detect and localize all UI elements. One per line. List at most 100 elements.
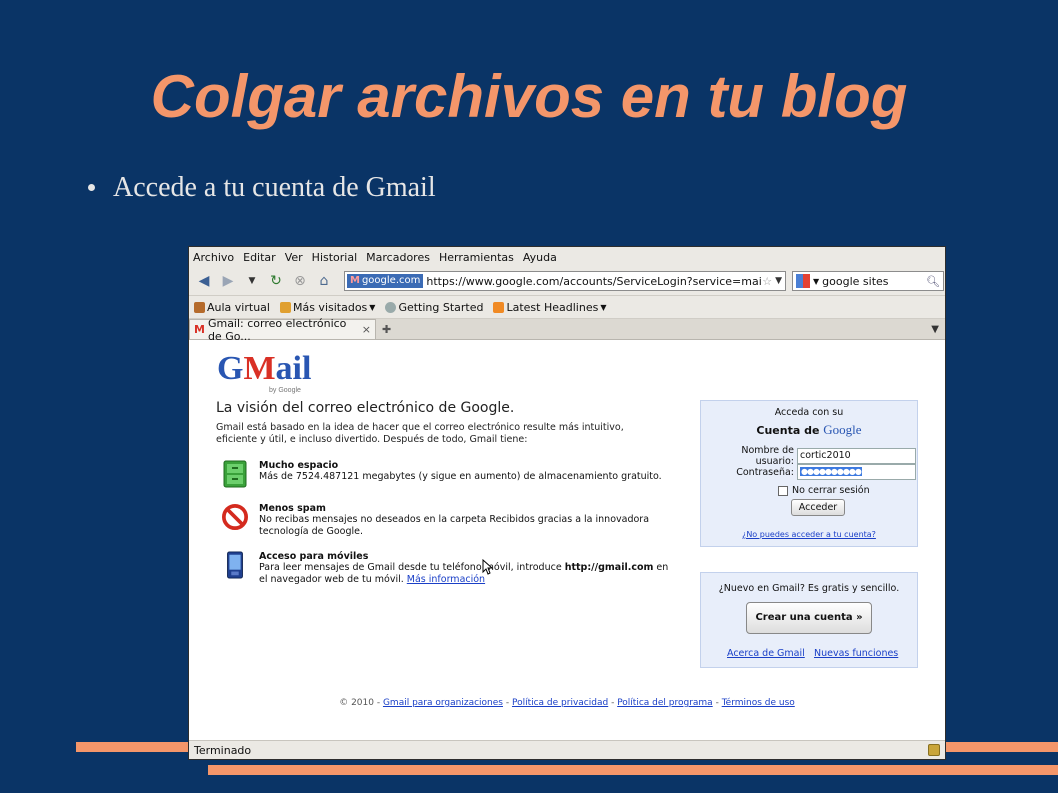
url-text: https://www.google.com/accounts/ServiceL… (426, 274, 762, 288)
folder-icon (279, 301, 291, 313)
stop-icon[interactable]: ⊗ (290, 271, 310, 291)
footer-link-privacy[interactable]: Política de privacidad (512, 698, 608, 708)
bookmark-aula-virtual[interactable]: Aula virtual (194, 301, 270, 314)
login-box: Acceda con su Cuenta de Google Nombre de… (700, 400, 918, 547)
menu-ver[interactable]: Ver (285, 251, 303, 264)
browser-window: Archivo Editar Ver Historial Marcadores … (189, 247, 945, 759)
url-dropdown-icon[interactable]: ▼ (775, 276, 782, 286)
remember-checkbox[interactable] (778, 485, 788, 496)
feature-title: Acceso para móviles (259, 551, 369, 562)
menu-ayuda[interactable]: Ayuda (523, 251, 557, 264)
search-input[interactable]: google sites (822, 275, 926, 288)
new-tab-icon[interactable]: ✚ (382, 323, 391, 336)
footer-link-terms[interactable]: Términos de uso (722, 698, 795, 708)
tab-strip: M Gmail: correo electrónico de Go... × ✚… (189, 317, 945, 343)
intro-text: Gmail está basado en la idea de hacer qu… (216, 422, 624, 445)
gmail-favicon-icon: M (350, 275, 360, 286)
password-label: Contraseña: (736, 466, 794, 478)
no-spam-icon (222, 504, 248, 530)
login-header-line1: Acceda con su (774, 407, 844, 418)
reload-icon[interactable]: ↻ (266, 271, 286, 291)
search-box[interactable]: ▼ google sites 🔍︎ (792, 271, 944, 291)
search-engine-dropdown-icon[interactable]: ▼ (813, 277, 819, 286)
username-field[interactable]: cortic2010 (797, 448, 916, 464)
menu-herramientas[interactable]: Herramientas (439, 251, 514, 264)
logo-letters-ail: ail (275, 350, 312, 387)
logo-subtext: by Google (269, 387, 301, 394)
tab-title: Gmail: correo electrónico de Go... (207, 316, 347, 343)
history-dropdown-icon[interactable]: ▼ (242, 271, 262, 291)
new-features-link[interactable]: Nuevas funciones (814, 648, 898, 659)
address-bar[interactable]: Mgoogle.com https://www.google.com/accou… (344, 271, 786, 291)
copyright-text: © 2010 - (339, 698, 381, 708)
bullet-item: Accede a tu cuenta de Gmail (88, 172, 436, 204)
home-icon[interactable]: ⌂ (314, 271, 334, 291)
lock-icon[interactable] (928, 744, 940, 756)
close-icon[interactable]: × (362, 323, 371, 336)
password-row: Contraseña: ●●●●●●●●●● (707, 464, 916, 480)
tab-list-chevron-icon[interactable]: ▼ (931, 324, 939, 335)
feature-title: Menos spam (259, 503, 326, 514)
login-header-text: Cuenta de (756, 424, 820, 437)
file-cabinet-icon (223, 460, 247, 488)
feature-desc: Para leer mensajes de Gmail desde tu tel… (259, 562, 669, 586)
bookmark-getting-started[interactable]: Getting Started (385, 301, 483, 314)
password-field[interactable]: ●●●●●●●●●● (797, 464, 916, 480)
menu-marcadores[interactable]: Marcadores (366, 251, 430, 264)
menu-archivo[interactable]: Archivo (193, 251, 234, 264)
bookmark-label: Aula virtual (207, 300, 270, 314)
gmail-url-text: http://gmail.com (564, 562, 654, 573)
footer-link-program-policy[interactable]: Política del programa (617, 698, 713, 708)
about-gmail-link[interactable]: Acerca de Gmail (727, 648, 805, 659)
page-content: GMail by Google La visión del correo ele… (189, 340, 945, 748)
feature-desc: Más de 7524.487121 megabytes (y sigue en… (259, 471, 662, 482)
login-header-line2: Cuenta de Google (701, 422, 917, 438)
google-logo: Google (823, 422, 862, 437)
back-arrow-icon[interactable]: ◀ (194, 271, 214, 291)
bookmark-label: Latest Headlines (506, 300, 599, 314)
forward-arrow-icon[interactable]: ▶ (218, 271, 238, 291)
menu-editar[interactable]: Editar (243, 251, 276, 264)
feature-desc-text: Para leer mensajes de Gmail desde tu tel… (259, 562, 565, 573)
create-account-button[interactable]: Crear una cuenta » (746, 602, 872, 634)
feature-desc: No recibas mensajes no deseados en la ca… (259, 514, 650, 537)
moodle-icon (194, 301, 205, 313)
navigation-toolbar: ◀ ▶ ▼ ↻ ⊗ ⌂ Mgoogle.com https://www.goog… (189, 267, 945, 296)
more-info-link[interactable]: Más información (407, 574, 485, 585)
chevron-down-icon: ▼ (369, 302, 376, 312)
bookmark-star-icon[interactable]: ☆ (762, 275, 772, 288)
mouse-cursor-icon (482, 559, 494, 575)
bookmark-mas-visitados[interactable]: Más visitados ▼ (279, 300, 376, 314)
page-icon (385, 301, 397, 313)
menu-historial[interactable]: Historial (312, 251, 357, 264)
bookmark-label: Getting Started (398, 300, 484, 314)
password-mask: ●●●●●●●●●● (800, 467, 862, 476)
bullet-dot (88, 184, 95, 192)
bookmark-label: Más visitados (292, 300, 368, 314)
search-engine-icon[interactable] (796, 274, 810, 288)
decorative-bar (208, 765, 1058, 775)
forgot-row: ¿No puedes acceder a tu cuenta? (701, 530, 917, 539)
sign-in-button[interactable]: Acceder (791, 499, 845, 516)
site-identity-badge[interactable]: Mgoogle.com (347, 274, 424, 288)
status-text: Terminado (194, 743, 252, 757)
page-headline: La visión del correo electrónico de Goog… (216, 400, 515, 416)
mobile-phone-icon (227, 551, 243, 579)
gmail-favicon-icon: M (194, 323, 205, 336)
footer-link-organizations[interactable]: Gmail para organizaciones (383, 698, 503, 708)
tab-gmail[interactable]: M Gmail: correo electrónico de Go... × (189, 317, 376, 343)
site-identity-label: google.com (361, 275, 421, 286)
logo-letter-m: M (243, 350, 276, 387)
signup-box: ¿Nuevo en Gmail? Es gratis y sencillo. C… (700, 572, 918, 668)
page-footer: © 2010 - Gmail para organizaciones - Pol… (339, 698, 795, 708)
remember-label: No cerrar sesión (792, 485, 870, 496)
slide-title: Colgar archivos en tu blog (150, 63, 908, 130)
forgot-account-link[interactable]: ¿No puedes acceder a tu cuenta? (742, 530, 876, 539)
feature-title: Mucho espacio (259, 460, 339, 471)
logo-letter-g: G (217, 350, 244, 387)
gmail-logo: GMail by Google (217, 350, 312, 394)
rss-icon (493, 301, 505, 313)
bookmark-latest-headlines[interactable]: Latest Headlines ▼ (493, 301, 606, 314)
search-magnifier-icon[interactable]: 🔍︎ (926, 275, 940, 288)
signup-text: ¿Nuevo en Gmail? Es gratis y sencillo. (718, 583, 900, 594)
